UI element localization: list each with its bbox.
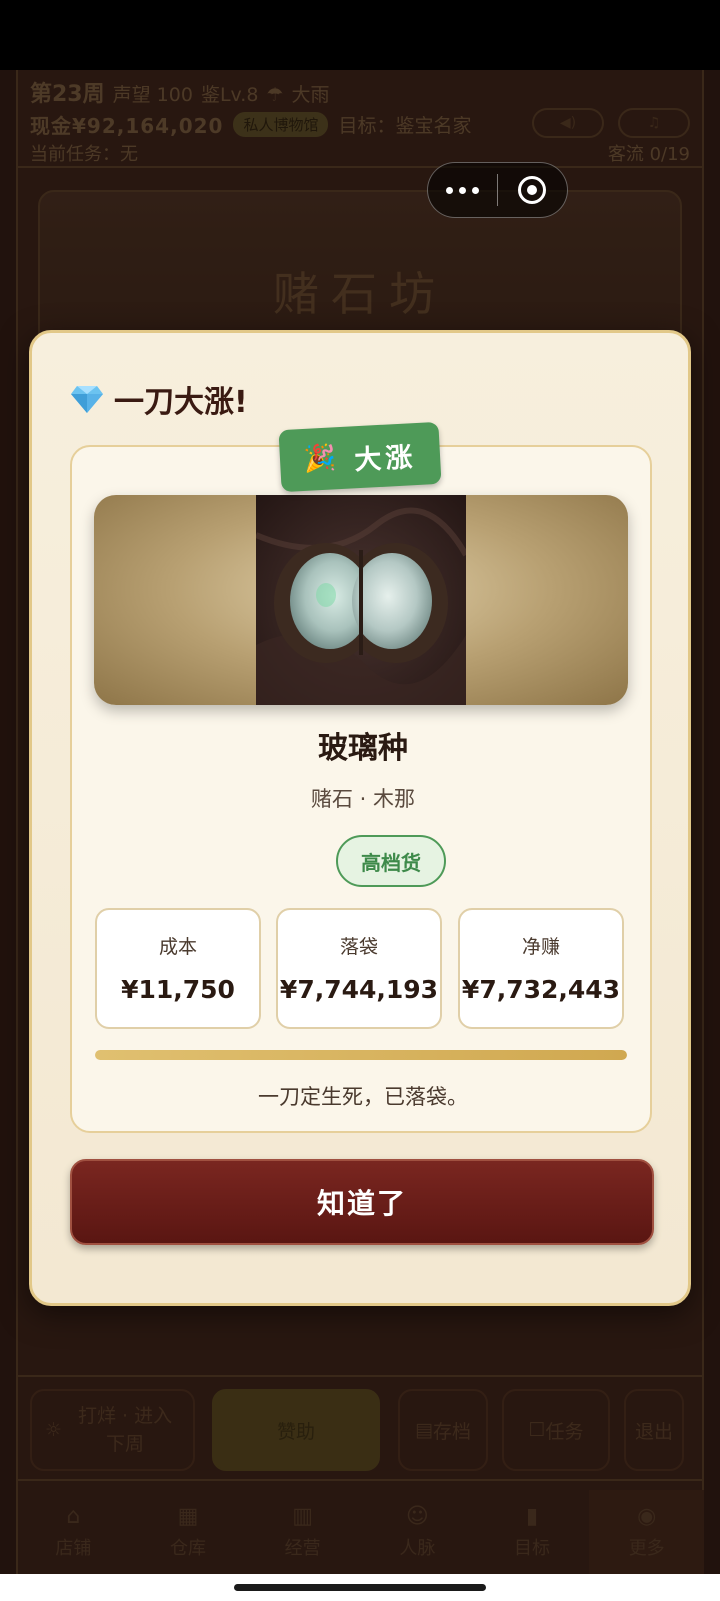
stone-name: 玻璃种 [318, 731, 408, 766]
stat-label: 落袋 [339, 936, 378, 958]
confirm-label: 知道了 [316, 1187, 407, 1220]
dialog-title: 一刀大涨! [114, 385, 248, 420]
jade-stone-image [256, 495, 466, 705]
confirm-button[interactable]: 知道了 [70, 1159, 654, 1245]
system-status-bar [0, 0, 720, 70]
diamond-icon [71, 386, 103, 413]
result-progress-bar [95, 1050, 627, 1060]
dialog-header: 一刀大涨! [70, 377, 248, 421]
miniprogram-capsule [427, 162, 568, 218]
party-popper-icon: 🎉 [303, 443, 341, 475]
result-ribbon: 🎉 大涨 [278, 421, 442, 493]
stone-origin: 赌石 · 木那 [310, 787, 416, 811]
result-dialog: 一刀大涨! 🎉 大涨 玻璃种 赌石 · 木那 高档货 成本 ¥11,750 落袋… [29, 330, 691, 1306]
progress-fill [95, 1050, 627, 1060]
stat-value: ¥11,750 [121, 975, 235, 1004]
stat-cost: 成本 ¥11,750 [95, 908, 261, 1029]
stat-proceeds: 落袋 ¥7,744,193 [276, 908, 442, 1029]
stat-value: ¥7,732,443 [461, 975, 621, 1004]
close-miniprogram-icon[interactable] [498, 176, 567, 204]
more-menu-icon[interactable] [428, 186, 497, 194]
stat-label: 净赚 [521, 936, 560, 958]
verdict-text: 一刀定生死，已落袋。 [258, 1085, 468, 1109]
ribbon-label: 大涨 [353, 441, 418, 476]
stat-value: ¥7,744,193 [279, 975, 439, 1004]
stat-label: 成本 [158, 936, 197, 958]
home-indicator[interactable] [234, 1584, 486, 1591]
stone-photo-frame [94, 495, 628, 705]
stat-profit: 净赚 ¥7,732,443 [458, 908, 624, 1029]
grade-badge: 高档货 [336, 835, 446, 887]
